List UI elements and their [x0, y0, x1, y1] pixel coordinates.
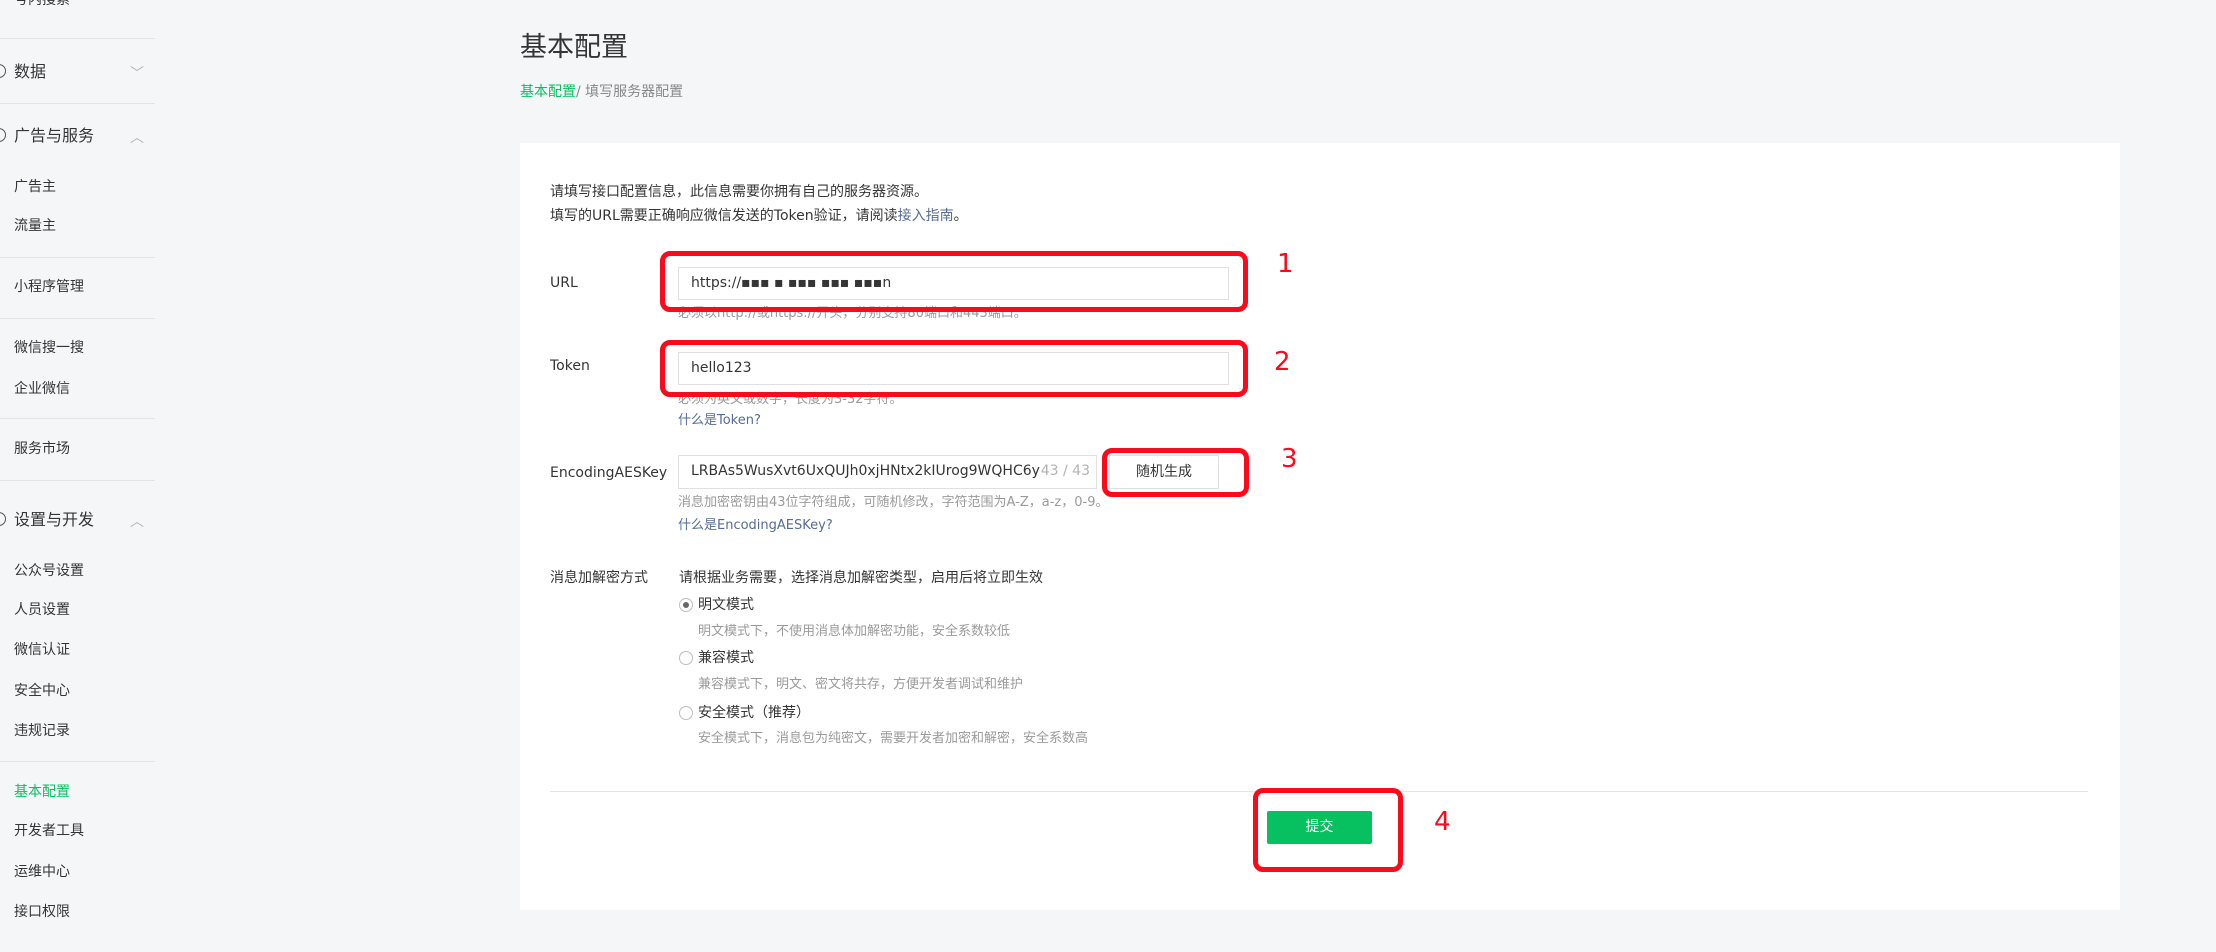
access-guide-link[interactable]: 接入指南: [898, 208, 954, 224]
annotation-box-4: [1253, 788, 1403, 872]
radio-compatible[interactable]: [679, 651, 693, 665]
sidebar-item-account-settings[interactable]: 公众号设置: [14, 561, 84, 581]
divider: [0, 480, 155, 481]
chevron-down-icon: ﹀: [130, 66, 144, 82]
ads-icon: [0, 128, 6, 142]
intro-line-1: 请填写接口配置信息，此信息需要你拥有自己的服务器资源。: [550, 184, 928, 200]
option-desc: 安全模式下，消息包为纯密文，需要开发者加密和解密，安全系数高: [698, 731, 1089, 746]
sidebar-item-search-in-account[interactable]: 号内搜索: [14, 0, 70, 10]
radio-secure[interactable]: [679, 706, 693, 720]
sidebar-item-wechat-search[interactable]: 微信搜一搜: [14, 338, 84, 358]
option-desc: 明文模式下，不使用消息体加解密功能，安全系数较低: [698, 624, 1011, 639]
option-label[interactable]: 安全模式（推荐）: [698, 703, 810, 723]
aes-key-counter: 43 / 43: [1040, 456, 1090, 486]
sidebar-item-market[interactable]: 服务市场: [14, 439, 70, 459]
aes-key-input[interactable]: LRBAs5WusXvt6UxQUJh0xjHNtx2kIUrog9WQHC6y…: [678, 455, 1097, 489]
breadcrumb-sub: 填写服务器配置: [585, 84, 684, 100]
divider: [0, 761, 155, 762]
settings-icon: [0, 512, 6, 526]
annotation-box-1: [660, 251, 1248, 312]
aes-key-hint: 消息加密密钥由43位字符组成，可随机修改，字符范围为A-Z，a-z，0-9。: [678, 495, 1109, 510]
annotation-number-2: 2: [1274, 347, 1291, 377]
divider: [0, 38, 155, 39]
page-title: 基本配置: [520, 32, 628, 63]
data-icon: [0, 64, 6, 78]
sidebar-item-advertiser[interactable]: 广告主: [14, 177, 56, 197]
sidebar-item-dev-tools[interactable]: 开发者工具: [14, 821, 84, 841]
radio-plaintext[interactable]: [679, 598, 693, 612]
encryption-label: 消息加解密方式: [550, 570, 648, 586]
option-label[interactable]: 兼容模式: [698, 648, 754, 668]
annotation-box-2: [660, 340, 1248, 397]
breadcrumb-sep: /: [576, 84, 586, 100]
breadcrumb: 基本配置/ 填写服务器配置: [520, 82, 683, 102]
sidebar-item-basic-config[interactable]: 基本配置: [14, 782, 70, 802]
sidebar-item-staff[interactable]: 人员设置: [14, 600, 70, 620]
option-label[interactable]: 明文模式: [698, 595, 754, 615]
sidebar-item-violations[interactable]: 违规记录: [14, 721, 70, 741]
divider: [0, 257, 155, 258]
what-is-token-link[interactable]: 什么是Token?: [678, 412, 761, 430]
divider: [0, 103, 155, 104]
aes-key-value: LRBAs5WusXvt6UxQUJh0xjHNtx2kIUrog9WQHC6y…: [691, 463, 1059, 479]
chevron-up-icon: ︿: [130, 130, 144, 146]
aes-key-label: EncodingAESKey: [550, 465, 668, 481]
intro-suffix: 。: [953, 208, 968, 224]
group-label: 广告与服务: [14, 126, 95, 145]
sidebar-item-security[interactable]: 安全中心: [14, 681, 70, 701]
sidebar-item-api-permissions[interactable]: 接口权限: [14, 902, 70, 922]
chevron-up-icon: ︿: [130, 514, 144, 530]
option-desc: 兼容模式下，明文、密文将共存，方便开发者调试和维护: [698, 677, 1024, 692]
annotation-number-3: 3: [1281, 444, 1298, 474]
encryption-desc: 请根据业务需要，选择消息加解密类型，启用后将立即生效: [679, 570, 1043, 586]
intro-line-2: 填写的URL需要正确响应微信发送的Token验证，请阅读接入指南。: [550, 206, 968, 226]
annotation-number-4: 4: [1434, 807, 1451, 837]
sidebar-item-ops[interactable]: 运维中心: [14, 862, 70, 882]
url-label: URL: [550, 275, 578, 291]
token-label: Token: [550, 358, 590, 374]
breadcrumb-current[interactable]: 基本配置: [520, 84, 576, 100]
annotation-box-3: [1102, 448, 1249, 497]
sidebar-item-publisher[interactable]: 流量主: [14, 216, 56, 236]
sidebar-item-work-wechat[interactable]: 企业微信: [14, 379, 70, 399]
group-label: 数据: [14, 62, 47, 81]
what-is-aes-key-link[interactable]: 什么是EncodingAESKey?: [678, 517, 833, 535]
divider: [0, 318, 155, 319]
intro-text: 填写的URL需要正确响应微信发送的Token验证，请阅读: [550, 208, 898, 224]
sidebar-item-verify[interactable]: 微信认证: [14, 640, 70, 660]
sidebar-item-miniprogram[interactable]: 小程序管理: [14, 277, 84, 297]
annotation-number-1: 1: [1277, 249, 1294, 279]
group-label: 设置与开发: [14, 510, 95, 529]
divider: [0, 418, 155, 419]
